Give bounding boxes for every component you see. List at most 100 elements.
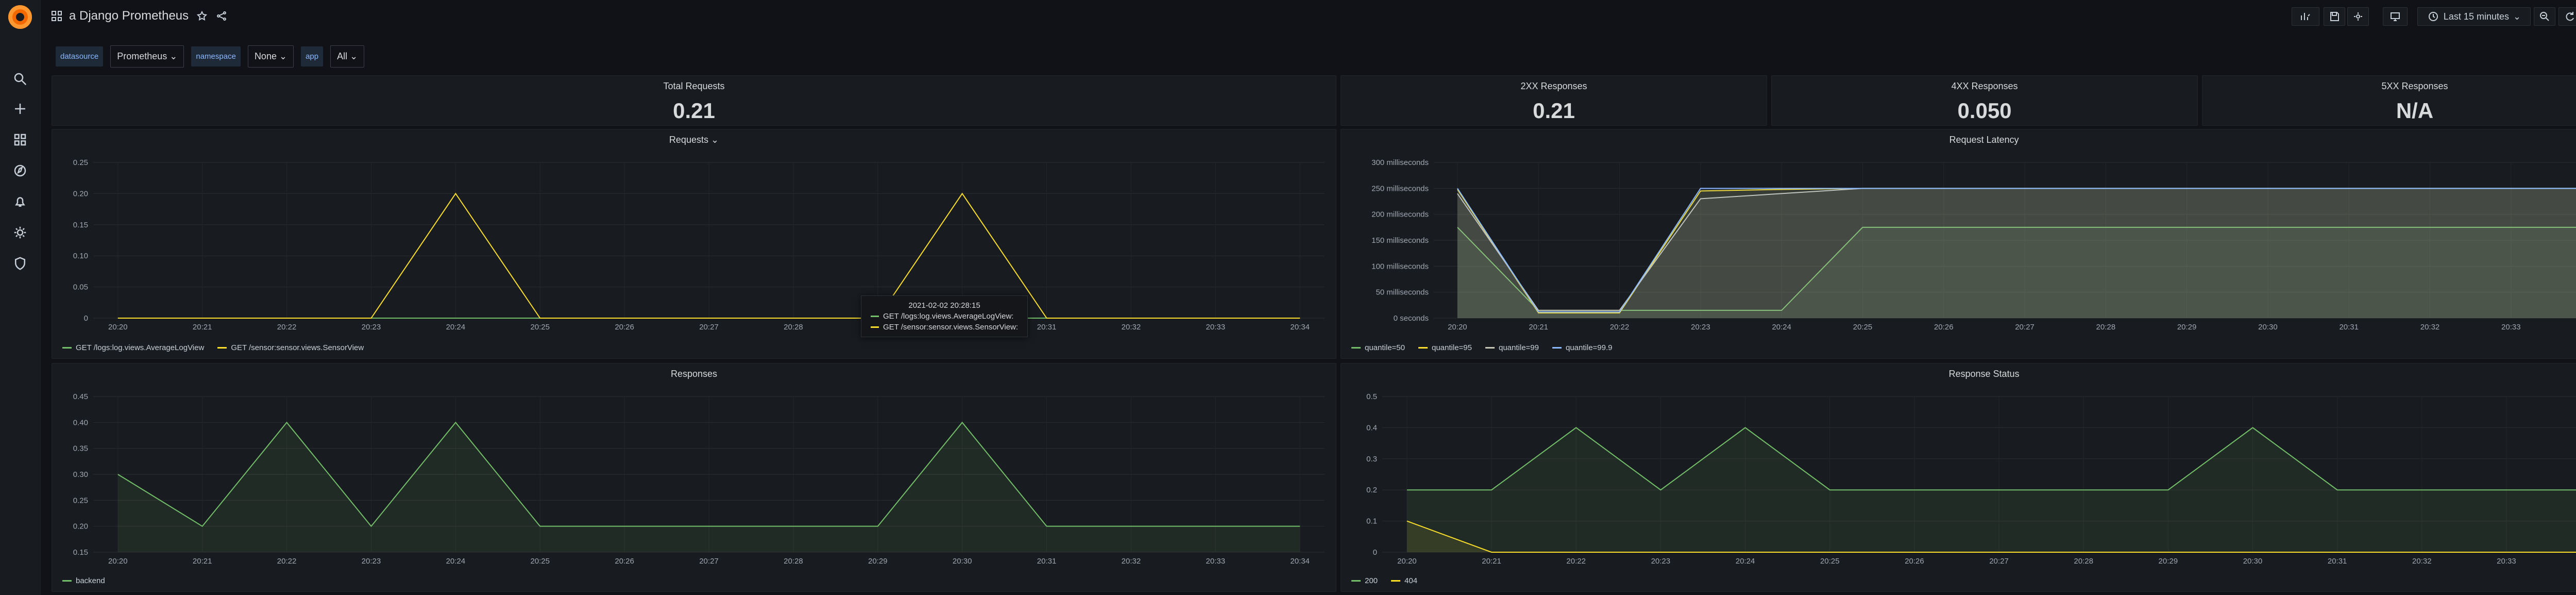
page-title[interactable]: a Django Prometheus	[69, 9, 189, 23]
panel-5xx-responses[interactable]: 5XX Responses N/A	[2202, 75, 2576, 126]
legend-swatch	[1351, 580, 1361, 582]
gear-icon[interactable]	[11, 224, 29, 241]
cog-icon	[2354, 12, 2362, 21]
legend-item[interactable]: quantile=99	[1485, 343, 1539, 352]
panel-request-latency[interactable]: Request Latency 0 seconds 50 milliseconds…	[1341, 129, 2576, 359]
panel-title: 5XX Responses	[2381, 81, 2448, 91]
shield-icon[interactable]	[11, 255, 29, 272]
requests-chart[interactable]: 0 0.05 0.10 0.15 0.20 0.25 20:20 20:21 20:22 20:2…	[52, 129, 1336, 359]
panel-2xx-responses[interactable]: 2XX Responses 0.21	[1341, 75, 1767, 126]
y-tick-label: 0.4	[1366, 423, 1377, 432]
x-tick-label: 20:26	[615, 323, 634, 332]
datasource-select[interactable]: Prometheus ⌄	[110, 45, 184, 68]
panel-requests[interactable]: Requests ⌄ 0 0.05 0.10 0.15 0.20 0.25 20:20 20:…	[52, 129, 1336, 359]
legend-label: GET /sensor:sensor.views.SensorView	[231, 343, 364, 352]
y-tick-label: 100 milliseconds	[1371, 262, 1429, 271]
refresh-button[interactable]	[2558, 7, 2576, 26]
bell-icon[interactable]	[11, 193, 29, 210]
star-icon[interactable]	[196, 10, 208, 22]
panel-4xx-responses[interactable]: 4XX Responses 0.050	[1771, 75, 2198, 126]
x-tick-label: 20:20	[1397, 557, 1417, 566]
app-select[interactable]: All ⌄	[330, 45, 365, 68]
x-tick-label: 20:23	[1651, 557, 1671, 566]
response-status-chart[interactable]: 0 0.1 0.2 0.3 0.4 0.5 20:20 20:21 20:22 20:23 20:2…	[1341, 363, 2576, 592]
x-tick-label: 20:25	[530, 323, 550, 332]
x-tick-label: 20:30	[2243, 557, 2263, 566]
x-tick-label: 20:32	[2420, 323, 2440, 332]
dashboards-icon[interactable]	[11, 131, 29, 148]
panel-total-requests[interactable]: Total Requests 0.21	[52, 75, 1336, 126]
x-tick-label: 20:24	[446, 323, 466, 332]
x-tick-label: 20:22	[277, 323, 297, 332]
time-range-picker[interactable]: Last 15 minutes ⌄	[2417, 7, 2531, 26]
x-tick-label: 20:24	[1772, 323, 1791, 332]
x-tick-label: 20:26	[1905, 557, 1924, 566]
add-panel-button[interactable]	[2292, 7, 2319, 26]
legend-swatch	[1552, 347, 1562, 349]
x-tick-label: 20:30	[953, 557, 972, 566]
variable-label-namespace: namespace	[191, 46, 241, 67]
clock-icon	[2428, 12, 2438, 21]
legend-item[interactable]: quantile=99.9	[1552, 343, 1613, 352]
legend-item[interactable]: 200	[1351, 576, 1378, 585]
legend-item[interactable]: GET /logs:log.views.AverageLogView	[62, 343, 204, 352]
x-tick-label: 20:23	[362, 323, 381, 332]
plus-icon[interactable]	[11, 100, 29, 118]
legend-item[interactable]: GET /sensor:sensor.views.SensorView	[217, 343, 364, 352]
x-tick-label: 20:33	[2501, 323, 2521, 332]
x-tick-label: 20:27	[699, 323, 719, 332]
legend-item[interactable]: quantile=95	[1418, 343, 1472, 352]
legend-item[interactable]: 404	[1391, 576, 1417, 585]
legend-label: 200	[1365, 576, 1378, 585]
explore-icon[interactable]	[11, 162, 29, 179]
x-tick-label: 20:28	[784, 557, 803, 566]
dashboard-settings-button[interactable]	[2347, 7, 2369, 26]
y-tick-label: 0.5	[1366, 392, 1377, 401]
x-tick-label: 20:31	[1037, 323, 1057, 332]
x-tick-label: 20:22	[1610, 323, 1630, 332]
x-tick-label: 20:24	[1736, 557, 1755, 566]
legend-label: backend	[76, 576, 105, 585]
x-tick-label: 20:27	[699, 557, 719, 566]
zoom-out-icon	[2540, 12, 2549, 21]
x-tick-label: 20:32	[1122, 557, 1141, 566]
save-dashboard-button[interactable]	[2324, 7, 2345, 26]
stat-value: N/A	[2396, 98, 2434, 123]
x-tick-label: 20:26	[1934, 323, 1954, 332]
cycle-view-mode-button[interactable]	[2383, 7, 2408, 26]
x-tick-label: 20:28	[2074, 557, 2093, 566]
legend-swatch	[62, 347, 72, 349]
responses-legend: backend	[62, 575, 118, 585]
stat-value: 0.050	[1957, 98, 2012, 123]
tooltip-time: 2021-02-02 20:28:15	[908, 301, 980, 310]
y-tick-label: 0 seconds	[1394, 314, 1429, 323]
x-tick-label: 20:28	[2096, 323, 2116, 332]
namespace-select[interactable]: None ⌄	[247, 45, 294, 68]
request-latency-chart[interactable]: 0 seconds 50 milliseconds 100 milliseconds…	[1341, 129, 2576, 359]
dashboard-title-area: a Django Prometheus	[52, 6, 228, 26]
x-tick-label: 20:29	[868, 557, 888, 566]
x-tick-label: 20:25	[1853, 323, 1873, 332]
panel-responses[interactable]: Responses 0.15 0.20 0.25 0.30 0.35 0.40 0.45 20…	[52, 363, 1336, 592]
search-icon[interactable]	[11, 70, 29, 88]
zoom-out-button[interactable]	[2534, 7, 2555, 26]
y-tick-label: 0.2	[1366, 486, 1377, 494]
y-tick-label: 0.3	[1366, 455, 1377, 464]
x-tick-label: 20:27	[2015, 323, 2035, 332]
y-tick-label: 200 milliseconds	[1371, 210, 1429, 219]
legend-swatch	[1391, 580, 1401, 582]
share-icon[interactable]	[215, 10, 228, 22]
y-tick-label: 0.20	[73, 522, 88, 531]
panel-response-status[interactable]: Response Status 0 0.1 0.2 0.3 0.4 0.5 20:20 20:…	[1341, 363, 2576, 592]
y-tick-label: 0.20	[73, 189, 88, 198]
x-tick-label: 20:24	[446, 557, 466, 566]
legend-item[interactable]: backend	[62, 576, 105, 585]
legend-swatch	[62, 580, 72, 582]
grafana-logo[interactable]	[8, 5, 32, 29]
x-tick-label: 20:29	[2159, 557, 2178, 566]
response-status-legend: 200 404	[1351, 575, 1431, 585]
legend-label: quantile=95	[1432, 343, 1472, 352]
y-tick-label: 150 milliseconds	[1371, 236, 1429, 245]
responses-chart[interactable]: 0.15 0.20 0.25 0.30 0.35 0.40 0.45 20:20 20:21 20…	[52, 363, 1336, 592]
legend-item[interactable]: quantile=50	[1351, 343, 1405, 352]
